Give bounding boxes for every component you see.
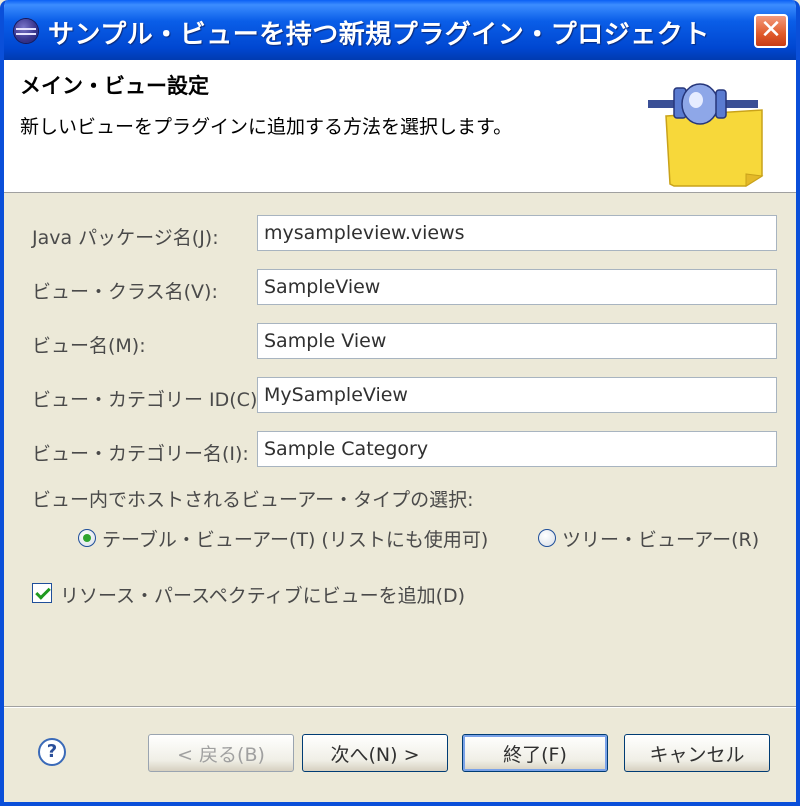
class-name-row: ビュー・クラス名(V): [4, 269, 796, 309]
category-name-row: ビュー・カテゴリー名(I): [4, 431, 796, 471]
view-name-label: ビュー名(M): [32, 335, 146, 357]
close-button[interactable]: ✕ [754, 14, 788, 48]
add-to-perspective-label: リソース・パースペクティブにビューを追加(D) [60, 585, 466, 607]
title-bar[interactable]: サンプル・ビューを持つ新規プラグイン・プロジェクト ✕ [4, 0, 796, 60]
class-name-label: ビュー・クラス名(V): [32, 281, 218, 303]
table-viewer-option[interactable]: テーブル・ビューアー(T) (リストにも使用可) [78, 525, 518, 559]
table-viewer-radio[interactable] [78, 529, 96, 547]
window-title: サンプル・ビューを持つ新規プラグイン・プロジェクト [48, 20, 710, 50]
table-viewer-label: テーブル・ビューアー(T) (リストにも使用可) [102, 529, 489, 551]
plugin-banner-icon [648, 83, 764, 187]
package-name-row: Java パッケージ名(J): [4, 215, 796, 255]
finish-button[interactable]: 終了(F) [462, 734, 608, 772]
next-button[interactable]: 次へ(N) > [302, 734, 448, 772]
category-id-input[interactable] [257, 377, 777, 413]
back-button[interactable]: < 戻る(B) [148, 734, 294, 772]
add-to-perspective-option[interactable]: リソース・パースペクティブにビューを追加(D) [32, 581, 532, 613]
category-name-label: ビュー・カテゴリー名(I): [32, 443, 249, 465]
package-name-label: Java パッケージ名(J): [32, 227, 219, 249]
dialog-window: サンプル・ビューを持つ新規プラグイン・プロジェクト ✕ メイン・ビュー設定 新し… [0, 0, 800, 806]
wizard-header: メイン・ビュー設定 新しいビューをプラグインに追加する方法を選択します。 [4, 60, 796, 193]
footer-divider [4, 706, 796, 708]
tree-viewer-label: ツリー・ビューアー(R) [562, 529, 760, 551]
page-description: 新しいビューをプラグインに追加する方法を選択します。 [20, 116, 513, 138]
category-id-label: ビュー・カテゴリー ID(C): [32, 389, 264, 411]
category-name-input[interactable] [257, 431, 777, 467]
class-name-input[interactable] [257, 269, 777, 305]
add-to-perspective-checkbox[interactable] [32, 583, 52, 603]
view-name-row: ビュー名(M): [4, 323, 796, 363]
view-name-input[interactable] [257, 323, 777, 359]
eclipse-icon [14, 19, 38, 43]
tree-viewer-option[interactable]: ツリー・ビューアー(R) [538, 525, 768, 559]
viewer-type-label: ビュー内でホストされるビューアー・タイプの選択: [32, 489, 474, 511]
category-id-row: ビュー・カテゴリー ID(C): [4, 377, 796, 417]
help-icon[interactable]: ? [38, 738, 66, 766]
cancel-button[interactable]: キャンセル [624, 734, 770, 772]
page-title: メイン・ビュー設定 [20, 74, 209, 98]
package-name-input[interactable] [257, 215, 777, 251]
tree-viewer-radio[interactable] [538, 529, 556, 547]
